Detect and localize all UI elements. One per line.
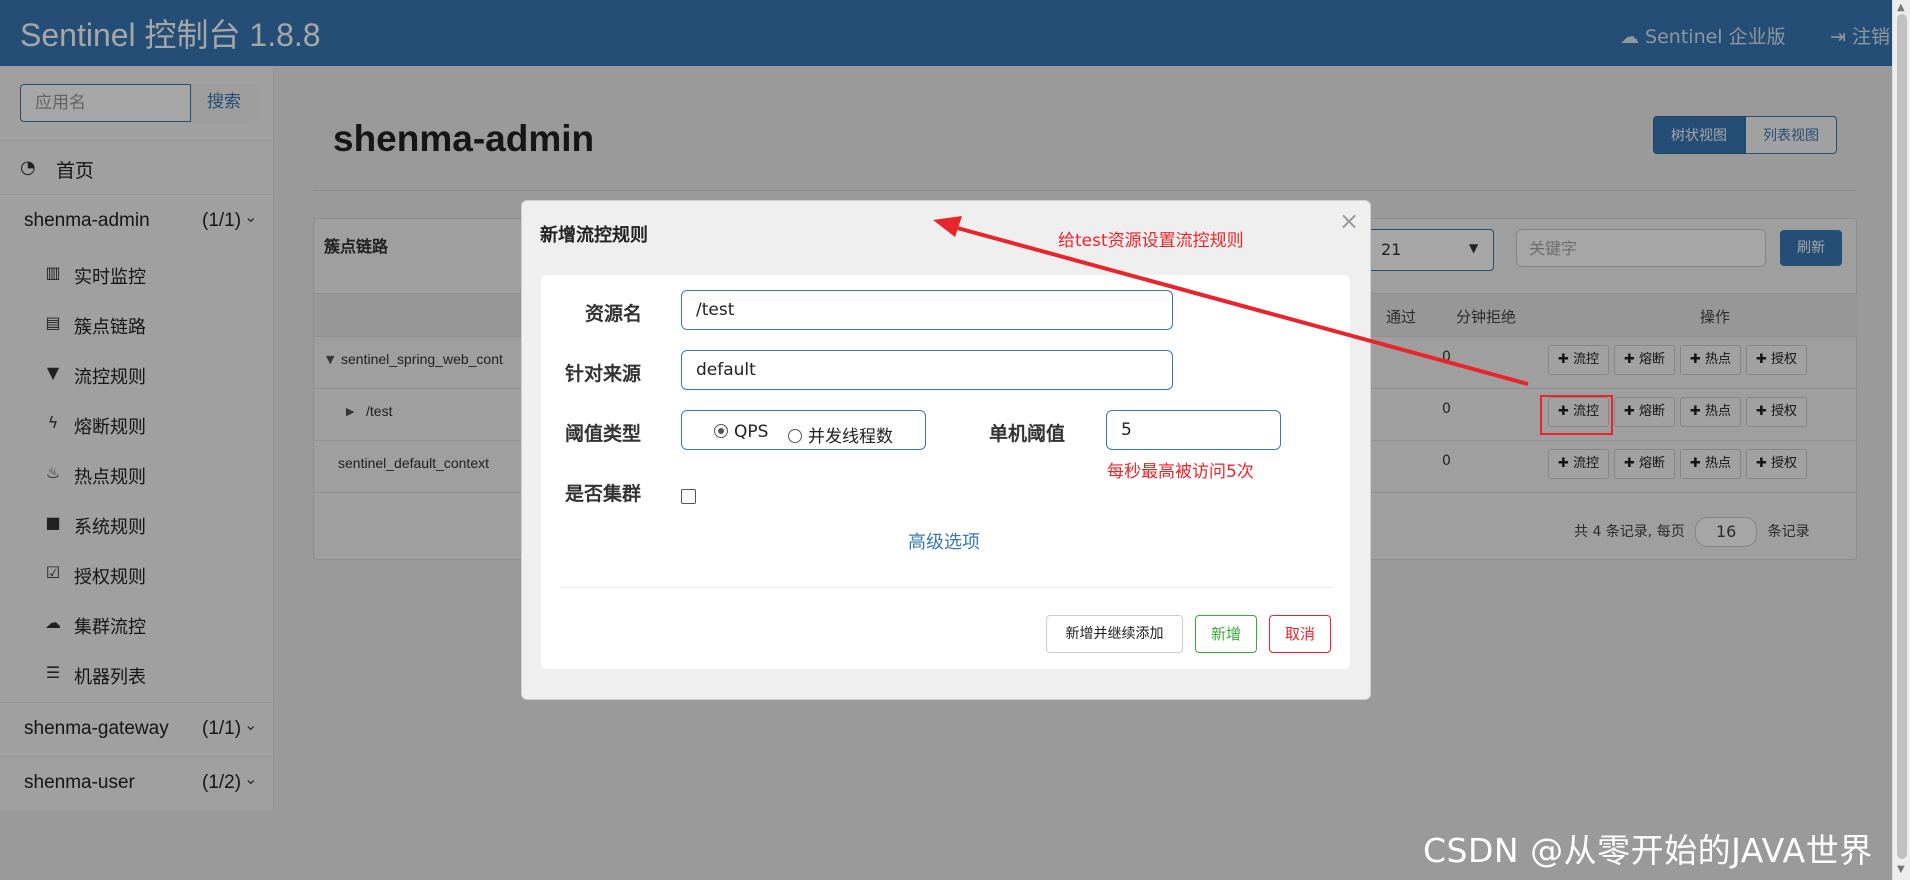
threshold-type-radio-group: QPS 并发线程数 [681, 410, 926, 450]
cluster-mode-label: 是否集群 [565, 483, 642, 505]
resource-name-label: 资源名 [585, 303, 643, 325]
arrow-annotation: 给test资源设置流控规则 [1058, 231, 1244, 251]
limit-app-input[interactable] [681, 350, 1173, 390]
scrollbar-thumb[interactable] [1897, 14, 1907, 859]
count-input[interactable] [1106, 410, 1281, 450]
radio-checked-icon [714, 424, 728, 438]
cancel-button[interactable]: 取消 [1269, 615, 1331, 653]
advanced-options-link[interactable]: 高级选项 [908, 528, 980, 554]
add-and-continue-button[interactable]: 新增并继续添加 [1046, 615, 1183, 653]
close-icon[interactable]: × [1339, 207, 1359, 235]
dialog-title: 新增流控规则 [540, 225, 648, 246]
highlight-box [1540, 395, 1613, 435]
threshold-type-label: 阈值类型 [565, 423, 642, 445]
cluster-mode-checkbox[interactable] [681, 489, 696, 504]
resource-name-input[interactable] [681, 290, 1173, 330]
radio-qps-label: QPS [734, 422, 769, 442]
form-divider [560, 587, 1332, 588]
radio-unchecked-icon [788, 429, 802, 443]
count-annotation: 每秒最高被访问5次 [1107, 462, 1254, 482]
watermark: CSDN @从零开始的JAVA世界 [1423, 831, 1873, 870]
add-flow-rule-dialog: 新增流控规则 × 资源名 针对来源 阈值类型 QPS 并发线程数 单机阈值 每秒… [521, 200, 1371, 700]
add-button[interactable]: 新增 [1195, 615, 1257, 653]
count-label: 单机阈值 [989, 423, 1066, 445]
limit-app-label: 针对来源 [565, 363, 642, 385]
radio-thread-label: 并发线程数 [808, 427, 893, 447]
scroll-down-arrow-icon[interactable]: ▼ [1897, 864, 1905, 875]
flow-rule-form: 资源名 针对来源 阈值类型 QPS 并发线程数 单机阈值 每秒最高被访问5次 是… [541, 275, 1350, 669]
radio-thread[interactable]: 并发线程数 [788, 422, 893, 447]
scroll-up-arrow-icon[interactable]: ▲ [1897, 2, 1905, 13]
radio-qps[interactable]: QPS [714, 422, 768, 442]
vertical-scrollbar[interactable]: ▲ ▼ [1892, 0, 1910, 880]
